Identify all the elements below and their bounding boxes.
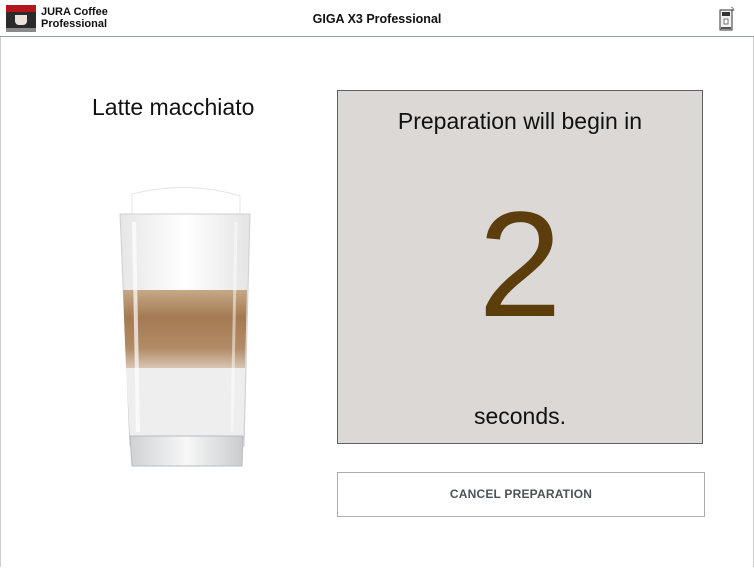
countdown-panel: Preparation will begin in 2 seconds.	[337, 90, 703, 444]
latte-macchiato-glass-icon	[119, 186, 251, 467]
coffee-machine-icon[interactable]	[718, 6, 736, 32]
title-bar: JURA Coffee Professional GIGA X3 Profess…	[0, 0, 754, 37]
countdown-number: 2	[478, 180, 562, 348]
cancel-preparation-button[interactable]: CANCEL PREPARATION	[337, 472, 705, 517]
countdown-unit: seconds.	[473, 403, 567, 429]
window-title: GIGA X3 Professional	[312, 12, 442, 26]
product-name: Latte macchiato	[92, 94, 255, 120]
countdown-heading: Preparation will begin in	[397, 108, 643, 134]
